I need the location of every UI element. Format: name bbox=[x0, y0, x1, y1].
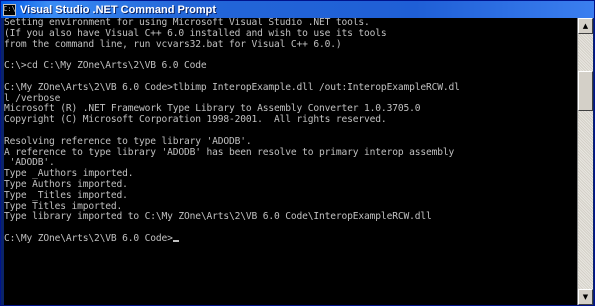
console-text: Setting environment for using Microsoft … bbox=[4, 18, 579, 245]
scroll-thumb[interactable] bbox=[578, 71, 593, 111]
console-line: (If you also have Visual C++ 6.0 install… bbox=[4, 27, 387, 39]
scroll-up-arrow-icon: ▲ bbox=[582, 21, 589, 30]
console-line: Type _Titles imported. bbox=[4, 189, 128, 201]
window-title: Visual Studio .NET Command Prompt bbox=[20, 3, 216, 16]
console-line: from the command line, run vcvars32.bat … bbox=[4, 38, 342, 50]
console-line: C:\My ZOne\Arts\2\VB 6.0 Code>tlbimp Int… bbox=[4, 81, 460, 93]
console-line: A reference to type library 'ADODB' has … bbox=[4, 146, 455, 158]
scroll-track[interactable] bbox=[578, 34, 593, 289]
command-prompt-window: C:\ Visual Studio .NET Command Prompt Se… bbox=[0, 0, 595, 306]
console-line: C:\>cd C:\My ZOne\Arts\2\VB 6.0 Code bbox=[4, 60, 207, 72]
vertical-scrollbar[interactable]: ▲ ▼ bbox=[577, 18, 593, 305]
console-line: C:\My ZOne\Arts\2\VB 6.0 Code> bbox=[4, 233, 579, 245]
console-line: Copyright (C) Microsoft Corporation 1998… bbox=[4, 114, 387, 126]
scroll-down-arrow-icon: ▼ bbox=[582, 292, 589, 301]
text-cursor bbox=[172, 239, 179, 242]
scroll-down-button[interactable]: ▼ bbox=[578, 289, 593, 305]
title-bar[interactable]: C:\ Visual Studio .NET Command Prompt bbox=[1, 1, 594, 18]
scroll-up-button[interactable]: ▲ bbox=[578, 18, 593, 34]
console-icon-glyph: C:\ bbox=[3, 5, 16, 13]
console-line: Type library imported to C:\My ZOne\Arts… bbox=[4, 211, 432, 223]
console-output-area[interactable]: Setting environment for using Microsoft … bbox=[4, 18, 579, 305]
console-line: Resolving reference to type library 'ADO… bbox=[4, 135, 252, 147]
console-window-icon[interactable]: C:\ bbox=[3, 3, 16, 16]
